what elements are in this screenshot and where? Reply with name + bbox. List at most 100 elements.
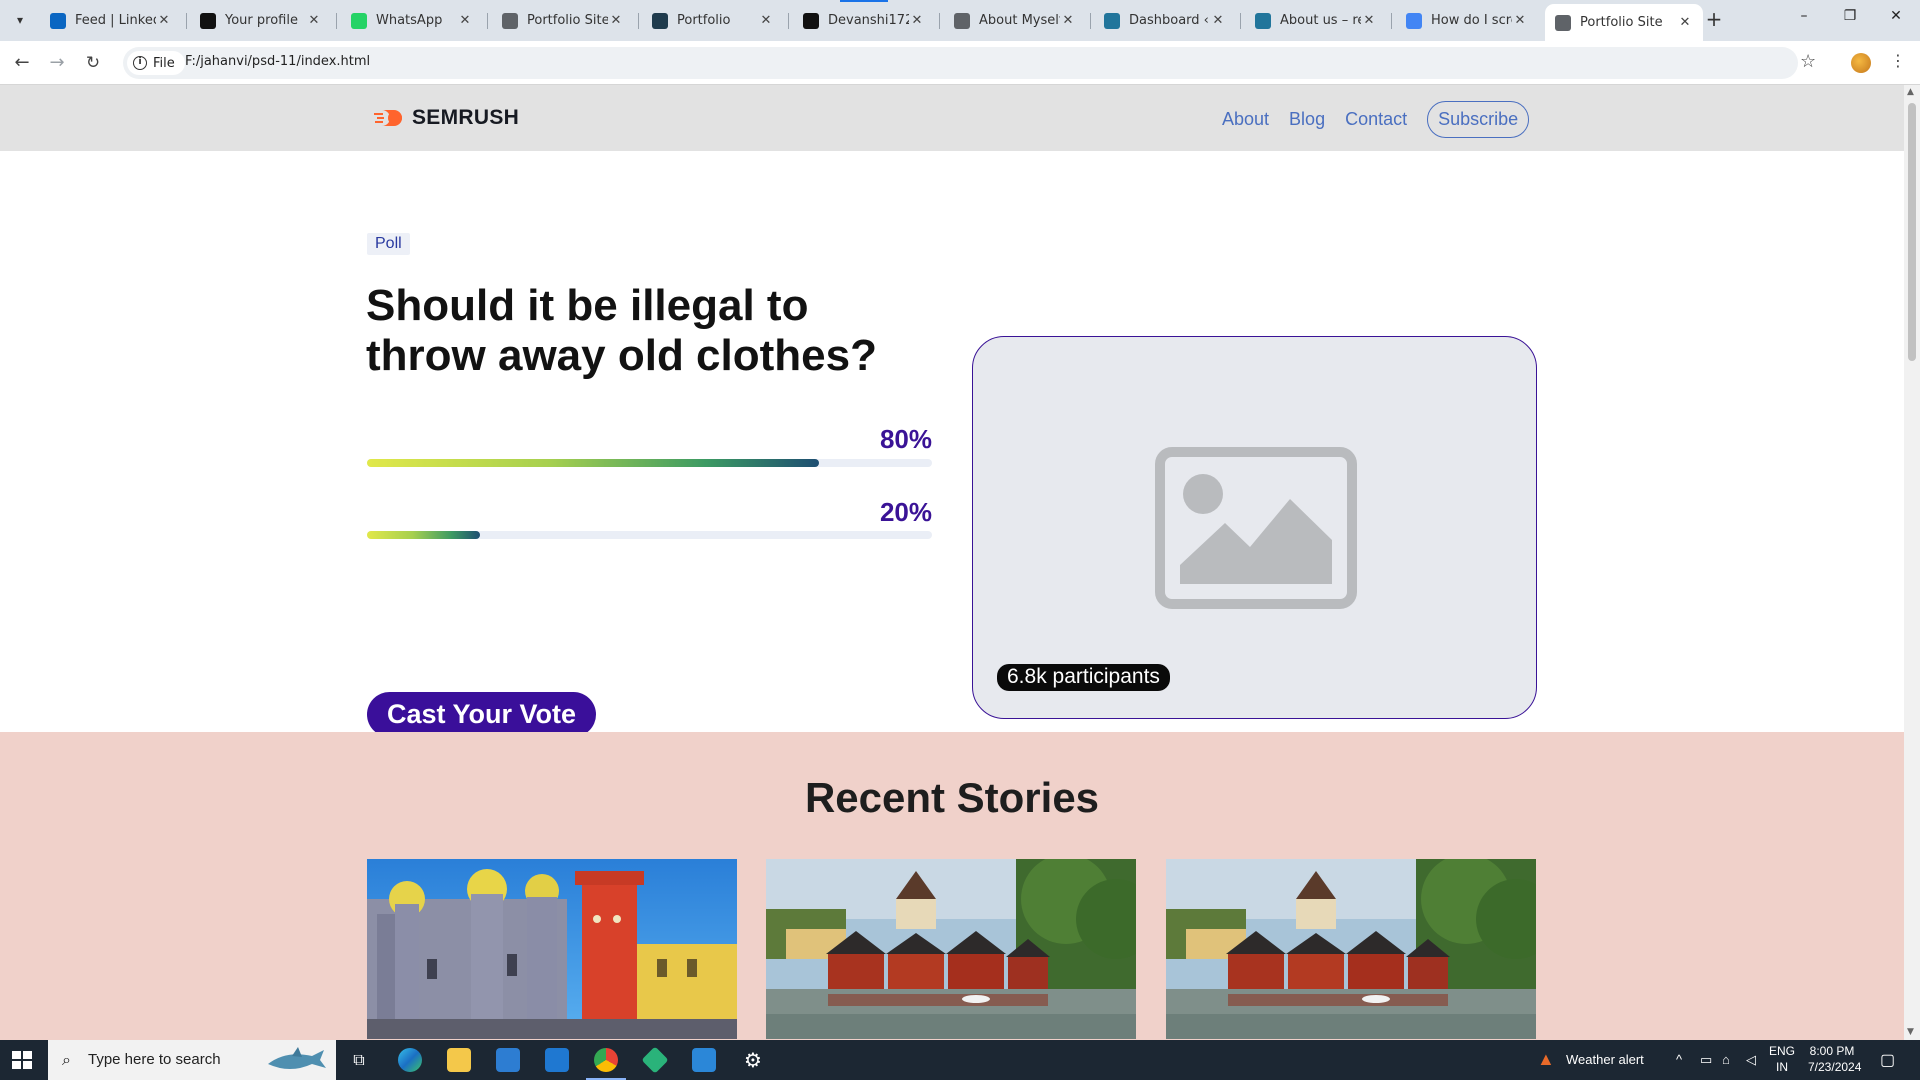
nav-link-blog[interactable]: Blog <box>1289 109 1325 130</box>
browser-tab-title: How do I scree <box>1431 13 1512 28</box>
windows-taskbar: ⌕ Type here to search ⧉ ⚙ ▲ Weather aler… <box>0 1040 1920 1080</box>
weather-alert-icon[interactable]: ▲ <box>1537 1049 1555 1070</box>
chrome-icon[interactable] <box>594 1048 618 1072</box>
browser-tab[interactable]: About us – res✕ <box>1245 5 1387 36</box>
close-tab-icon[interactable]: ✕ <box>457 13 473 28</box>
browser-tab[interactable]: Dashboard ‹ re✕ <box>1094 5 1236 36</box>
omnibox[interactable]: i File F:/jahanvi/psd-11/index.html <box>123 47 1798 79</box>
close-tab-icon[interactable]: ✕ <box>156 13 172 28</box>
browser-tab-bar: ▾ Feed | LinkedIn✕Your profile✕WhatsApp✕… <box>0 0 1920 41</box>
option-2-bar[interactable] <box>367 531 932 539</box>
option-2-bar-fill <box>367 531 480 539</box>
poll-media-card: 6.8k participants <box>972 336 1537 719</box>
river-houses-photo <box>1166 859 1536 1039</box>
option-2-percent: 20% <box>879 497 932 527</box>
profile-avatar[interactable] <box>1851 53 1871 73</box>
browser-tab[interactable]: Your profile ✕ <box>190 5 332 36</box>
close-tab-icon[interactable]: ✕ <box>1060 13 1076 28</box>
close-tab-icon[interactable]: ✕ <box>909 13 925 28</box>
browser-tab[interactable]: Portfolio Site ✕ <box>1545 4 1703 41</box>
poll-question: Should it be illegal to throw away old c… <box>366 281 877 380</box>
windows-start-icon[interactable] <box>12 1051 32 1069</box>
new-tab-button[interactable]: + <box>1703 9 1725 31</box>
taskbar-search-box[interactable]: ⌕ Type here to search <box>48 1040 336 1080</box>
browser-tab[interactable]: Portfolio ✕ <box>642 5 784 36</box>
microsoft-store-icon[interactable] <box>496 1048 520 1072</box>
browser-tab[interactable]: How do I scree✕ <box>1396 5 1538 36</box>
taskbar-clock[interactable]: 8:00 PM 7/23/2024 <box>1808 1043 1862 1075</box>
nav-link-contact[interactable]: Contact <box>1345 109 1407 130</box>
tab-separator <box>336 13 337 29</box>
close-tab-icon[interactable]: ✕ <box>758 13 774 28</box>
android-studio-icon[interactable] <box>641 1046 669 1074</box>
clock-time: 8:00 PM <box>1809 1044 1855 1058</box>
browser-tab[interactable]: Feed | LinkedIn✕ <box>40 5 182 36</box>
wordpress-icon <box>1255 12 1271 29</box>
task-view-icon[interactable]: ⧉ <box>347 1048 371 1072</box>
vscode-icon[interactable] <box>692 1048 716 1072</box>
reload-icon[interactable]: ↻ <box>81 51 105 75</box>
option-1-percent: 80% <box>879 424 932 454</box>
cast-vote-button[interactable]: Cast Your Vote <box>367 692 597 737</box>
search-highlight-shark-icon <box>268 1047 326 1069</box>
language-code: ENG <box>1769 1044 1796 1058</box>
browser-tab[interactable]: Devanshi1728/✕ <box>793 5 935 36</box>
file-explorer-icon[interactable] <box>447 1048 471 1072</box>
browser-tab-title: Portfolio Site <box>1580 15 1663 30</box>
language-indicator[interactable]: ENG IN <box>1769 1043 1795 1075</box>
close-tab-icon[interactable]: ✕ <box>608 13 624 28</box>
close-tab-icon[interactable]: ✕ <box>1361 13 1377 28</box>
search-icon: ⌕ <box>62 1050 71 1069</box>
story-card-image-river-2[interactable] <box>1166 859 1536 1039</box>
story-card-image-palace[interactable] <box>367 859 737 1039</box>
tab-separator <box>186 13 187 29</box>
browser-tab-title: WhatsApp <box>376 13 443 28</box>
story-card-image-river-1[interactable] <box>766 859 1136 1039</box>
meet-now-icon[interactable]: ▭ <box>1700 1052 1712 1068</box>
restore-button[interactable]: ❐ <box>1838 8 1862 32</box>
github-icon <box>200 12 216 29</box>
linkedin-icon <box>50 12 66 29</box>
mail-icon[interactable] <box>545 1048 569 1072</box>
bookmark-star-icon[interactable]: ☆ <box>1800 51 1816 72</box>
back-arrow-icon[interactable]: ← <box>10 51 34 75</box>
subscribe-button[interactable]: Subscribe <box>1427 101 1530 138</box>
minimize-button[interactable]: – <box>1792 8 1816 32</box>
network-icon[interactable]: ⌂ <box>1722 1052 1730 1067</box>
river-houses-photo <box>766 859 1136 1039</box>
page-scrollbar[interactable]: ▲ ▼ <box>1904 85 1920 1040</box>
tab-search-chevron-icon[interactable]: ▾ <box>8 8 32 32</box>
edge-browser-icon[interactable] <box>398 1048 422 1072</box>
option-1-bar-fill <box>367 459 819 467</box>
url-text[interactable]: F:/jahanvi/psd-11/index.html <box>185 54 370 69</box>
browser-menu-icon[interactable]: ⋮ <box>1890 51 1906 70</box>
browser-tab-title: Your profile <box>225 13 298 28</box>
browser-tab-title: Feed | LinkedIn <box>75 13 156 28</box>
semrush-logo[interactable]: SEMRUSH <box>374 106 519 130</box>
site-info-chip[interactable]: i File <box>127 51 185 75</box>
browser-tab-title: About Myself <box>979 13 1060 28</box>
close-tab-icon[interactable]: ✕ <box>306 13 322 28</box>
scrollbar-thumb[interactable] <box>1908 103 1916 361</box>
browser-tab[interactable]: WhatsApp ✕ <box>341 5 483 36</box>
browser-tab[interactable]: About Myself ✕ <box>944 5 1086 36</box>
option-1-bar[interactable] <box>367 459 932 467</box>
settings-gear-icon[interactable]: ⚙ <box>741 1048 765 1072</box>
close-tab-icon[interactable]: ✕ <box>1512 13 1528 28</box>
forward-arrow-icon[interactable]: → <box>45 51 69 75</box>
scroll-up-arrow-icon[interactable]: ▲ <box>1907 87 1914 97</box>
volume-icon[interactable]: ◁ <box>1746 1052 1756 1068</box>
browser-tab[interactable]: Portfolio Site ✕ <box>492 5 634 36</box>
tab-separator <box>1090 13 1091 29</box>
nav-link-about[interactable]: About <box>1222 109 1269 130</box>
scroll-down-arrow-icon[interactable]: ▼ <box>1907 1027 1914 1037</box>
close-tab-icon[interactable]: ✕ <box>1677 15 1693 30</box>
whatsapp-icon <box>351 12 367 29</box>
close-window-button[interactable]: ✕ <box>1884 8 1908 32</box>
clock-date: 7/23/2024 <box>1808 1060 1862 1074</box>
weather-alert-text[interactable]: Weather alert <box>1566 1052 1644 1067</box>
tray-chevron-up-icon[interactable]: ^ <box>1676 1052 1682 1067</box>
globe-icon <box>1555 14 1571 31</box>
notifications-icon[interactable]: ▢ <box>1880 1050 1895 1070</box>
close-tab-icon[interactable]: ✕ <box>1210 13 1226 28</box>
